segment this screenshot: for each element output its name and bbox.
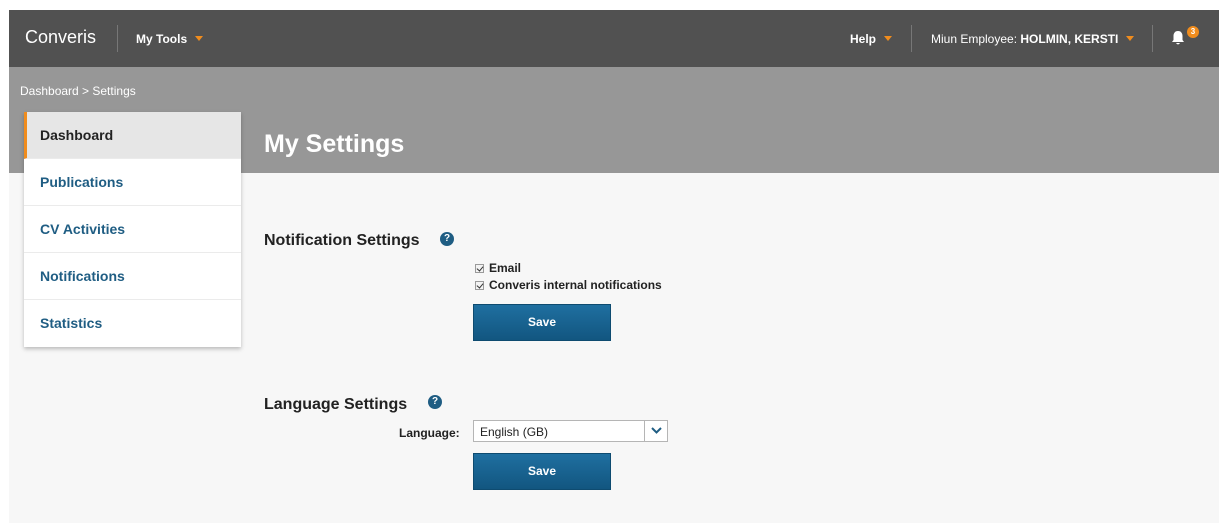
divider: [117, 25, 118, 52]
notification-settings-title: Notification Settings: [264, 232, 420, 249]
my-tools-menu[interactable]: My Tools: [136, 32, 204, 46]
email-label: Email: [489, 261, 522, 275]
chevron-down-icon: [1126, 36, 1135, 41]
sidebar-item-publications[interactable]: Publications: [24, 159, 241, 206]
sidebar-item-cv-activities[interactable]: CV Activities: [24, 206, 241, 253]
converis-logo[interactable]: Converis: [25, 27, 96, 48]
save-language-button[interactable]: Save: [473, 453, 611, 490]
divider: [911, 25, 912, 52]
help-icon[interactable]: ?: [440, 232, 454, 246]
chevron-down-icon: [884, 36, 893, 41]
help-label: Help: [850, 32, 877, 46]
sidebar: Dashboard Publications CV Activities Not…: [24, 112, 241, 347]
sidebar-item-statistics[interactable]: Statistics: [24, 300, 241, 347]
page-title: My Settings: [264, 130, 405, 158]
language-select[interactable]: English (GB): [473, 420, 668, 442]
my-tools-label: My Tools: [136, 32, 188, 46]
internal-notifications-label: Converis internal notifications: [489, 278, 662, 292]
top-bar: Converis My Tools Help Miun Employee: HO…: [9, 10, 1219, 67]
language-settings-title: Language Settings: [264, 396, 408, 413]
internal-notifications-checkbox-row[interactable]: Converis internal notifications: [475, 278, 662, 292]
notification-count-badge: 3: [1187, 26, 1199, 38]
chevron-down-icon[interactable]: [644, 421, 667, 441]
sidebar-item-dashboard[interactable]: Dashboard: [24, 112, 241, 159]
help-menu[interactable]: Help: [850, 32, 893, 46]
user-role: Miun Employee:: [931, 32, 1021, 46]
breadcrumb[interactable]: Dashboard > Settings: [20, 84, 136, 98]
chevron-down-icon: [195, 36, 204, 41]
divider: [1152, 25, 1153, 52]
user-name: HOLMIN, KERSTI: [1020, 32, 1119, 46]
internal-notifications-checkbox[interactable]: [475, 280, 484, 290]
language-select-value: English (GB): [480, 425, 549, 439]
save-notifications-button[interactable]: Save: [473, 304, 611, 341]
user-menu[interactable]: Miun Employee: HOLMIN, KERSTI: [931, 32, 1135, 46]
language-label: Language:: [399, 426, 460, 440]
email-checkbox[interactable]: [475, 263, 484, 273]
page-frame: Converis My Tools Help Miun Employee: HO…: [9, 10, 1219, 523]
email-checkbox-row[interactable]: Email: [475, 261, 521, 275]
sidebar-item-notifications[interactable]: Notifications: [24, 253, 241, 300]
help-icon[interactable]: ?: [428, 395, 442, 409]
